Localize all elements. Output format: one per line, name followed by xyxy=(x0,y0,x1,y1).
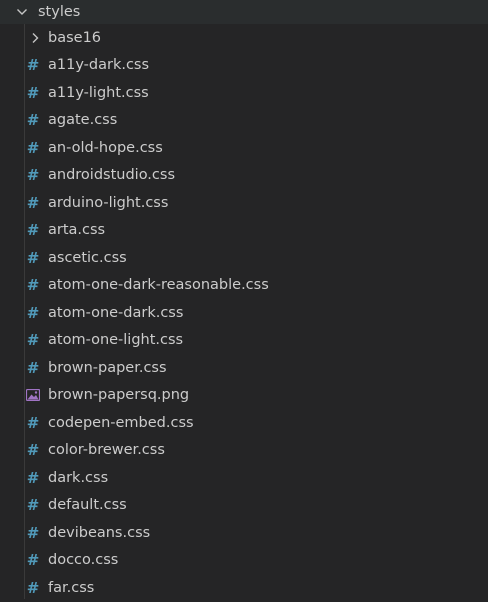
file-label: a11y-dark.css xyxy=(48,57,150,74)
file-label: arta.css xyxy=(48,222,106,239)
file-label: base16 xyxy=(48,29,102,46)
file-item[interactable]: # brown-paper.css xyxy=(0,354,488,382)
hash-icon: # xyxy=(26,331,40,350)
hash-icon: # xyxy=(26,56,40,75)
folder-base16[interactable]: base16 xyxy=(0,24,488,52)
file-label: brown-papersq.png xyxy=(48,387,190,404)
image-icon xyxy=(26,387,40,403)
file-label: codepen-embed.css xyxy=(48,414,194,431)
file-label: a11y-light.css xyxy=(48,84,149,101)
file-label: devibeans.css xyxy=(48,524,151,541)
file-label: an-old-hope.css xyxy=(48,139,163,156)
file-item[interactable]: # an-old-hope.css xyxy=(0,134,488,162)
file-label: arduino-light.css xyxy=(48,194,169,211)
file-explorer-tree: styles base16 # a11y-dark.css # a11y-light.c… xyxy=(0,0,488,599)
folder-label: styles xyxy=(38,4,81,20)
file-item[interactable]: # atom-one-light.css xyxy=(0,327,488,355)
chevron-right-icon xyxy=(28,31,42,45)
hash-icon: # xyxy=(26,166,40,185)
file-item[interactable]: # atom-one-dark-reasonable.css xyxy=(0,272,488,300)
hash-icon: # xyxy=(26,303,40,322)
folder-styles[interactable]: styles xyxy=(0,0,488,24)
file-item[interactable]: # a11y-dark.css xyxy=(0,52,488,80)
file-label: docco.css xyxy=(48,552,119,569)
file-label: androidstudio.css xyxy=(48,167,175,184)
hash-icon: # xyxy=(26,578,40,597)
hash-icon: # xyxy=(26,468,40,487)
file-item[interactable]: # color-brewer.css xyxy=(0,437,488,465)
file-item[interactable]: # atom-one-dark.css xyxy=(0,299,488,327)
file-item[interactable]: brown-papersq.png xyxy=(0,382,488,410)
hash-icon: # xyxy=(26,221,40,240)
file-item[interactable]: # androidstudio.css xyxy=(0,162,488,190)
file-item[interactable]: # default.css xyxy=(0,492,488,520)
file-item[interactable]: # far.css xyxy=(0,574,488,602)
file-item[interactable]: # docco.css xyxy=(0,547,488,575)
chevron-down-icon xyxy=(15,5,29,19)
file-label: default.css xyxy=(48,497,127,514)
file-label: ascetic.css xyxy=(48,249,127,266)
hash-icon: # xyxy=(26,138,40,157)
file-label: far.css xyxy=(48,579,95,596)
hash-icon: # xyxy=(26,413,40,432)
file-item[interactable]: # arta.css xyxy=(0,217,488,245)
hash-icon: # xyxy=(26,276,40,295)
hash-icon: # xyxy=(26,248,40,267)
hash-icon: # xyxy=(26,111,40,130)
file-label: atom-one-dark-reasonable.css xyxy=(48,277,269,294)
file-item[interactable]: # codepen-embed.css xyxy=(0,409,488,437)
hash-icon: # xyxy=(26,83,40,102)
file-label: atom-one-dark.css xyxy=(48,304,184,321)
hash-icon: # xyxy=(26,551,40,570)
file-item[interactable]: # dark.css xyxy=(0,464,488,492)
hash-icon: # xyxy=(26,523,40,542)
file-label: dark.css xyxy=(48,469,109,486)
file-label: atom-one-light.css xyxy=(48,332,184,349)
file-item[interactable]: # agate.css xyxy=(0,107,488,135)
file-item[interactable]: # devibeans.css xyxy=(0,519,488,547)
file-item[interactable]: # a11y-light.css xyxy=(0,79,488,107)
hash-icon: # xyxy=(26,441,40,460)
file-item[interactable]: # ascetic.css xyxy=(0,244,488,272)
hash-icon: # xyxy=(26,358,40,377)
file-item[interactable]: # arduino-light.css xyxy=(0,189,488,217)
hash-icon: # xyxy=(26,193,40,212)
file-label: brown-paper.css xyxy=(48,359,167,376)
file-label: agate.css xyxy=(48,112,118,129)
hash-icon: # xyxy=(26,496,40,515)
file-label: color-brewer.css xyxy=(48,442,165,459)
